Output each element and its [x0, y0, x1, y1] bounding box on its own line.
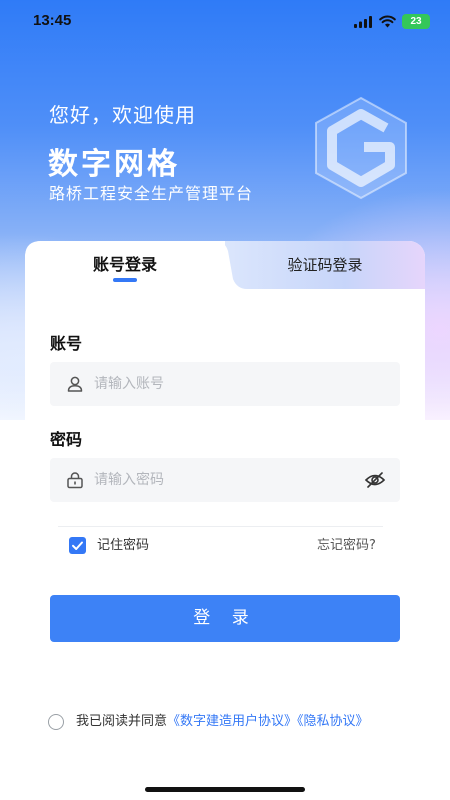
agreement-text: 我已阅读并同意《数字建造用户协议》《隐私协议》 [76, 712, 369, 732]
battery-icon: 23 [402, 14, 430, 29]
account-label: 账号 [50, 334, 83, 353]
password-label: 密码 [50, 430, 83, 449]
privacy-policy-link[interactable]: 《隐私协议》 [297, 714, 369, 729]
forgot-password-link[interactable]: 忘记密码? [317, 537, 376, 554]
home-indicator [145, 787, 305, 792]
check-icon [72, 541, 83, 550]
status-bar: 13:45 23 [0, 0, 450, 44]
account-input[interactable] [94, 362, 354, 406]
app-title: 数字网格 [48, 147, 180, 182]
signal-icon [354, 16, 372, 28]
agreement-prefix: 我已阅读并同意 [76, 714, 168, 729]
user-agreement-link[interactable]: 《数字建造用户协议》 [167, 714, 297, 729]
remember-checkbox[interactable] [69, 537, 86, 554]
account-field[interactable] [50, 362, 400, 406]
active-tab-indicator [113, 278, 137, 282]
agreement-checkbox[interactable] [48, 714, 64, 730]
status-time: 13:45 [33, 12, 72, 29]
login-button[interactable]: 登 录 [50, 595, 400, 642]
login-card: 账号登录 验证码登录 账号 密码 记住密码 忘记密码? 登 录 [25, 241, 425, 761]
greeting-text: 您好，欢迎使用 [49, 103, 196, 127]
tab-code-login[interactable]: 验证码登录 [225, 241, 425, 289]
logo-mark-icon [315, 96, 407, 200]
password-input[interactable] [94, 458, 354, 502]
lock-icon [67, 472, 83, 489]
agreement-row: 我已阅读并同意《数字建造用户协议》《隐私协议》 [48, 712, 428, 732]
eye-off-icon[interactable] [364, 470, 386, 490]
app-subtitle: 路桥工程安全生产管理平台 [49, 184, 254, 203]
password-field[interactable] [50, 458, 400, 502]
divider [58, 526, 383, 527]
remember-password-label[interactable]: 记住密码 [97, 537, 149, 554]
wifi-icon [379, 15, 396, 28]
user-icon [67, 376, 83, 392]
